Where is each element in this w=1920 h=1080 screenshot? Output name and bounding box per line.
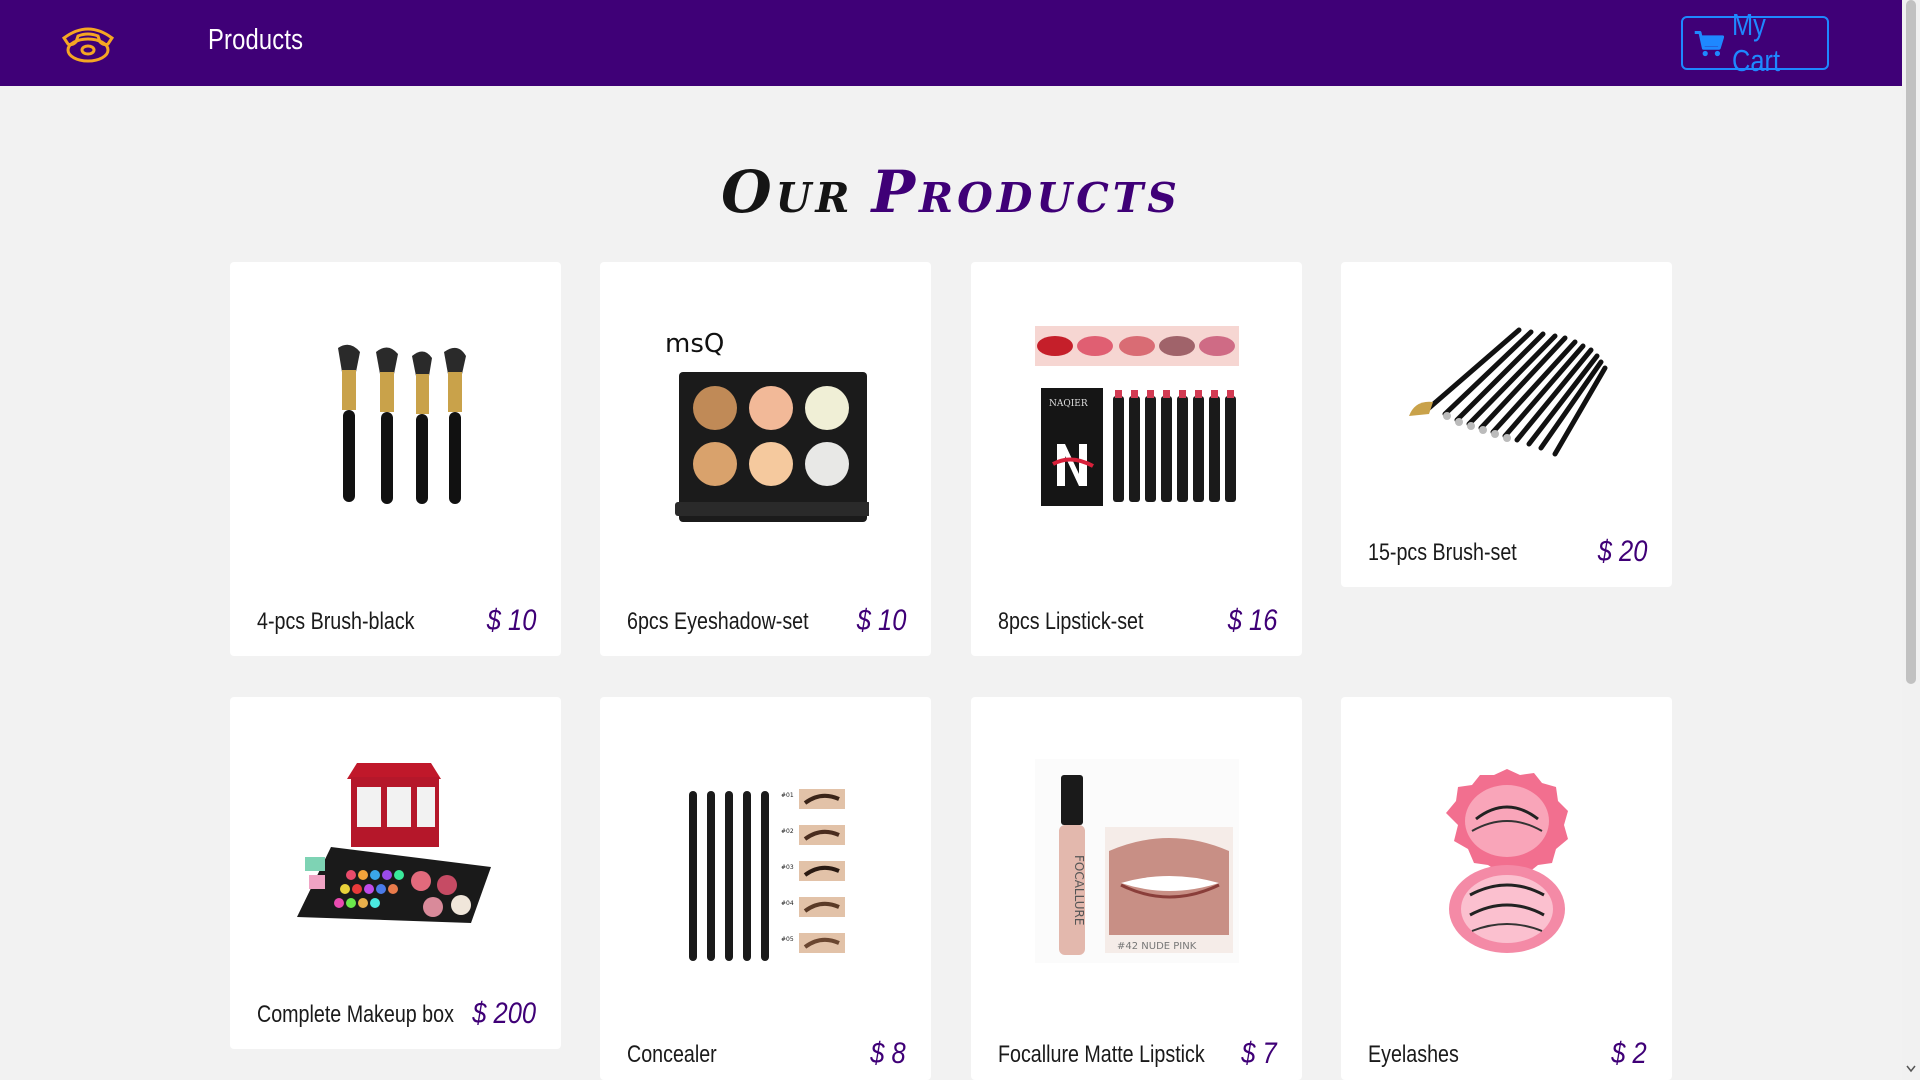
product-price: $ 10 bbox=[486, 604, 536, 637]
product-image-makeup-box[interactable] bbox=[291, 757, 501, 925]
product-name: 8pcs Lipstick-set bbox=[998, 608, 1144, 635]
product-card[interactable]: 4-pcs Brush-black $ 10 bbox=[230, 262, 561, 656]
product-price: $ 8 bbox=[870, 1037, 906, 1070]
cart-icon bbox=[1694, 31, 1725, 57]
page-title-word-2: Products bbox=[871, 158, 1181, 226]
product-card[interactable]: Complete Makeup box $ 200 bbox=[230, 697, 561, 1049]
product-image-eyelashes[interactable] bbox=[1442, 767, 1572, 957]
svg-text:FOCALLURE: FOCALLURE bbox=[1072, 855, 1086, 925]
product-image-brushes[interactable] bbox=[316, 342, 476, 512]
page-scrollbar[interactable] bbox=[1902, 0, 1920, 1080]
cart-label: My Cart bbox=[1732, 7, 1781, 78]
product-name: Complete Makeup box bbox=[257, 1001, 454, 1028]
product-name: 4-pcs Brush-black bbox=[257, 608, 415, 635]
brand-mark: NAQIER bbox=[1049, 399, 1088, 409]
my-cart-button[interactable]: My Cart bbox=[1681, 7, 1829, 78]
product-price: $ 200 bbox=[472, 997, 536, 1030]
product-image-lipstick-set[interactable]: NAQIER bbox=[1034, 326, 1239, 512]
product-image-brow-pencils[interactable]: #01 #02 #03 #04 #05 bbox=[681, 787, 851, 967]
nav-link-products[interactable]: Products bbox=[208, 24, 303, 57]
scrollbar-thumb[interactable] bbox=[1906, 0, 1916, 684]
svg-text:#05: #05 bbox=[781, 936, 794, 943]
product-card[interactable]: #01 #02 #03 #04 #05 Concealer $ 8 bbox=[600, 697, 931, 1080]
product-card[interactable]: FOCALLURE #42 NUDE PINK Focallure Matte … bbox=[971, 697, 1302, 1080]
product-price: $ 2 bbox=[1611, 1037, 1647, 1070]
product-name: Concealer bbox=[627, 1041, 717, 1068]
top-navbar: Products My Cart bbox=[0, 0, 1902, 86]
svg-text:#01: #01 bbox=[781, 792, 794, 799]
product-name: 6pcs Eyeshadow-set bbox=[627, 608, 809, 635]
product-name: Focallure Matte Lipstick bbox=[998, 1041, 1205, 1068]
product-name: 15-pcs Brush-set bbox=[1368, 539, 1517, 566]
brand-mark: msQ bbox=[665, 329, 724, 359]
product-price: $ 10 bbox=[856, 604, 906, 637]
svg-text:#02: #02 bbox=[781, 828, 794, 835]
product-card[interactable]: Eyelashes $ 2 bbox=[1341, 697, 1672, 1080]
scroll-down-arrow-icon[interactable] bbox=[1906, 1062, 1916, 1074]
svg-text:#03: #03 bbox=[781, 864, 794, 871]
product-card[interactable]: msQ 6pcs Eyeshadow-set $ 10 bbox=[600, 262, 931, 656]
svg-text:#04: #04 bbox=[781, 900, 794, 907]
page-title: Our Products bbox=[0, 158, 1902, 226]
product-image-brush-set[interactable] bbox=[1405, 322, 1609, 462]
product-image-liquid-lipstick[interactable]: FOCALLURE #42 NUDE PINK bbox=[1034, 759, 1239, 963]
shade-label: #42 NUDE PINK bbox=[1117, 941, 1197, 952]
product-price: $ 7 bbox=[1241, 1037, 1277, 1070]
product-card[interactable]: 15-pcs Brush-set $ 20 bbox=[1341, 262, 1672, 587]
product-price: $ 20 bbox=[1597, 535, 1647, 568]
page-title-word-1: Our bbox=[721, 158, 854, 226]
product-price: $ 16 bbox=[1227, 604, 1277, 637]
phone-icon[interactable] bbox=[60, 22, 116, 64]
product-card[interactable]: NAQIER 8pcs Lipstick-set $ 16 bbox=[971, 262, 1302, 656]
product-name: Eyelashes bbox=[1368, 1041, 1459, 1068]
product-image-eyeshadow[interactable]: msQ bbox=[663, 322, 871, 532]
